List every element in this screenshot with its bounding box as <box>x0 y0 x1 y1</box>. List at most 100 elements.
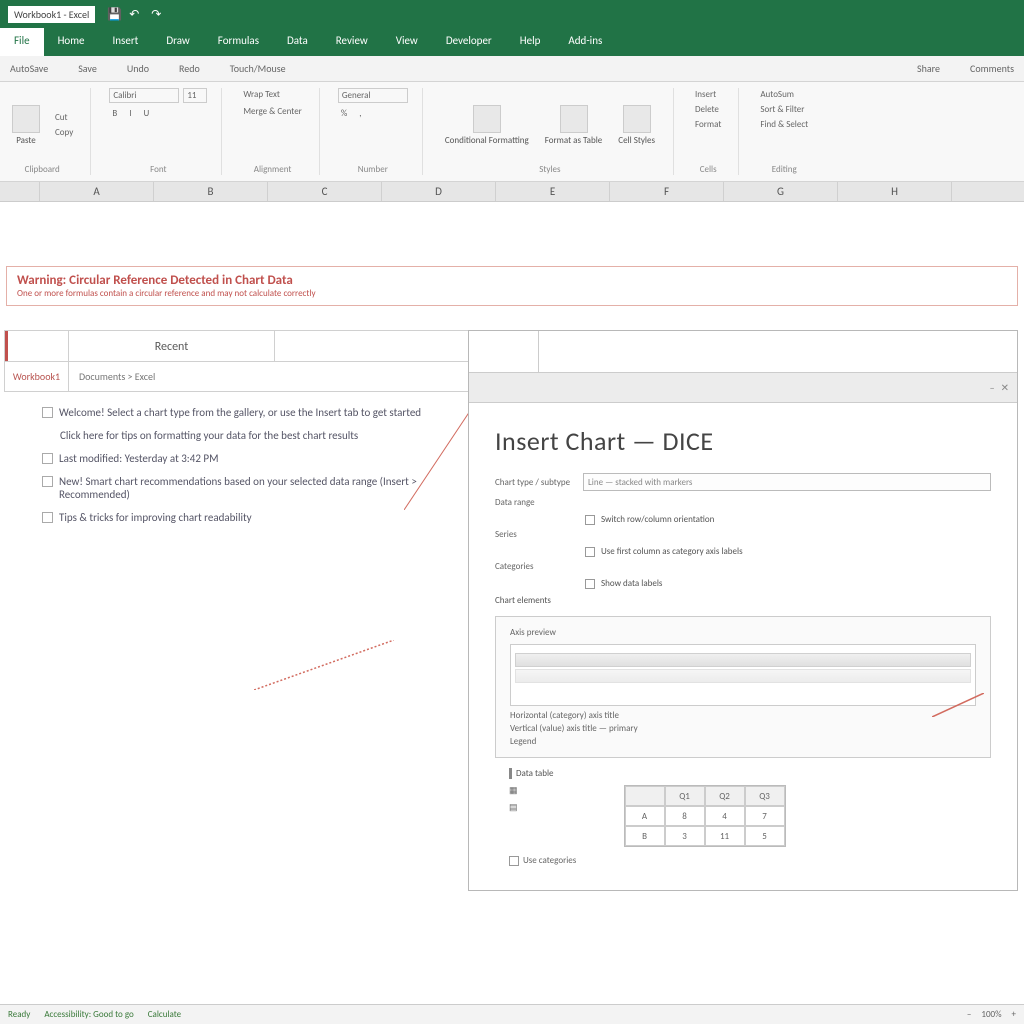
tab-addins[interactable]: Add-ins <box>554 28 616 56</box>
italic-button[interactable]: I <box>126 107 134 120</box>
left-pane-breadcrumb: Workbook1 Documents > Excel <box>4 362 482 392</box>
mt-header <box>625 786 665 806</box>
ribbon-group-cells: Insert Delete Format Cells <box>692 88 739 175</box>
dialog-min-icon[interactable]: – <box>990 381 995 394</box>
format-as-table-button[interactable]: Format as Table <box>541 103 607 148</box>
checkbox-icon[interactable] <box>585 547 595 557</box>
list-item[interactable]: New! Smart chart recommendations based o… <box>42 475 466 501</box>
font-name-select[interactable]: Calibri <box>109 88 179 103</box>
sub-touch[interactable]: Touch/Mouse <box>230 62 286 75</box>
mt-cell[interactable]: 5 <box>745 826 785 846</box>
comma-button[interactable]: , <box>356 107 364 120</box>
list-item[interactable]: Welcome! Select a chart type from the ga… <box>42 406 466 419</box>
undo-icon[interactable]: ↶ <box>129 7 143 21</box>
use-categories-check[interactable]: Use categories <box>509 855 977 866</box>
font-size-select[interactable]: 11 <box>183 88 207 103</box>
sub-comments[interactable]: Comments <box>970 62 1014 75</box>
mt-cell[interactable]: A <box>625 806 665 826</box>
tab-data[interactable]: Data <box>273 28 322 56</box>
input-chart-type[interactable]: Line — stacked with markers <box>583 473 991 491</box>
checkbox-icon[interactable] <box>42 453 53 464</box>
col-d[interactable]: D <box>382 182 496 201</box>
mt-header: Q2 <box>705 786 745 806</box>
checkbox-icon[interactable] <box>42 407 53 418</box>
autosum-button[interactable]: AutoSum <box>757 88 797 101</box>
sub-share[interactable]: Share <box>917 62 940 75</box>
copy-button[interactable]: Copy <box>52 126 76 139</box>
cell-styles-button[interactable]: Cell Styles <box>614 103 659 148</box>
mt-cell[interactable]: 7 <box>745 806 785 826</box>
tab-help[interactable]: Help <box>506 28 555 56</box>
redo-icon[interactable]: ↷ <box>151 7 165 21</box>
insert-cells-button[interactable]: Insert <box>692 88 719 101</box>
bold-button[interactable]: B <box>109 107 120 120</box>
wrap-text-button[interactable]: Wrap Text <box>240 88 283 101</box>
cut-button[interactable]: Cut <box>52 111 76 124</box>
sub-autosave[interactable]: AutoSave <box>10 62 48 75</box>
ribbon-group-alignment: Wrap Text Merge & Center Alignment <box>240 88 320 175</box>
select-all-cell[interactable] <box>0 182 40 201</box>
tab-draw[interactable]: Draw <box>152 28 203 56</box>
delete-cells-button[interactable]: Delete <box>692 103 722 116</box>
tab-insert[interactable]: Insert <box>99 28 153 56</box>
list-item[interactable]: Click here for tips on formatting your d… <box>42 429 466 442</box>
checkbox-icon[interactable] <box>42 476 53 487</box>
spreadsheet-grid[interactable] <box>0 202 1024 262</box>
mt-cell[interactable]: 11 <box>705 826 745 846</box>
zoom-out-button[interactable]: – <box>967 1009 971 1020</box>
percent-button[interactable]: % <box>338 107 350 120</box>
left-pane-list: Welcome! Select a chart type from the ga… <box>4 392 482 524</box>
tab-formulas[interactable]: Formulas <box>204 28 273 56</box>
tab-developer[interactable]: Developer <box>432 28 506 56</box>
mt-cell[interactable]: 4 <box>705 806 745 826</box>
left-pane-tab-blank[interactable] <box>275 331 481 361</box>
underline-button[interactable]: U <box>141 107 153 120</box>
tab-home[interactable]: Home <box>44 28 99 56</box>
sub-undo[interactable]: Undo <box>127 62 149 75</box>
left-pane-tab-recent[interactable]: Recent <box>69 331 275 361</box>
field-data-range: Data range <box>495 497 991 508</box>
save-icon[interactable]: 💾 <box>107 7 121 21</box>
col-c[interactable]: C <box>268 182 382 201</box>
check-switch-rowcol[interactable]: Switch row/column orientation <box>585 514 991 525</box>
sort-filter-button[interactable]: Sort & Filter <box>757 103 807 116</box>
format-cells-button[interactable]: Format <box>692 118 724 131</box>
col-g[interactable]: G <box>724 182 838 201</box>
merge-center-button[interactable]: Merge & Center <box>240 105 305 118</box>
zoom-level[interactable]: 100% <box>981 1009 1001 1020</box>
mt-cell[interactable]: 3 <box>665 826 705 846</box>
check-first-column[interactable]: Use first column as category axis labels <box>585 546 991 557</box>
checkbox-icon[interactable] <box>585 515 595 525</box>
sub-redo[interactable]: Redo <box>179 62 200 75</box>
check-data-labels[interactable]: Show data labels <box>585 578 991 589</box>
tab-file[interactable]: File <box>0 28 44 56</box>
conditional-formatting-button[interactable]: Conditional Formatting <box>441 103 533 148</box>
paste-button[interactable]: Paste <box>8 103 44 148</box>
number-format-select[interactable]: General <box>338 88 408 103</box>
list-item[interactable]: Last modified: Yesterday at 3:42 PM <box>42 452 466 465</box>
zoom-in-button[interactable]: + <box>1012 1009 1016 1020</box>
mt-cell[interactable]: 8 <box>665 806 705 826</box>
col-b[interactable]: B <box>154 182 268 201</box>
tab-view[interactable]: View <box>382 28 432 56</box>
checkbox-icon[interactable] <box>509 856 519 866</box>
col-a[interactable]: A <box>40 182 154 201</box>
find-select-button[interactable]: Find & Select <box>757 118 811 131</box>
chart-elements-header: Chart elements <box>495 595 991 606</box>
col-f[interactable]: F <box>610 182 724 201</box>
group-label-clipboard: Clipboard <box>8 164 76 175</box>
dialog-close-icon[interactable]: ✕ <box>1001 381 1009 394</box>
left-pane-corner <box>5 331 69 361</box>
dialog-sys-icon <box>469 331 539 372</box>
col-e[interactable]: E <box>496 182 610 201</box>
col-h[interactable]: H <box>838 182 952 201</box>
list-item[interactable]: Tips & tricks for improving chart readab… <box>42 511 466 524</box>
tab-review[interactable]: Review <box>322 28 382 56</box>
mt-cell[interactable]: B <box>625 826 665 846</box>
legend-label: Legend <box>510 736 976 747</box>
status-bar: Ready Accessibility: Good to go Calculat… <box>0 1004 1024 1024</box>
checkbox-icon[interactable] <box>42 512 53 523</box>
checkbox-icon[interactable] <box>585 579 595 589</box>
sub-save[interactable]: Save <box>78 62 97 75</box>
left-pane-doc[interactable]: Workbook1 <box>5 362 69 392</box>
